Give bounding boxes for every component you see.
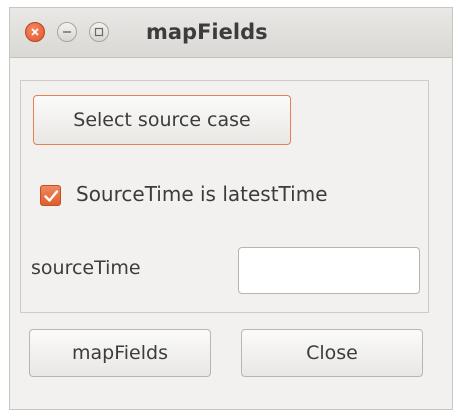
mapfields-button[interactable]: mapFields [29, 329, 211, 377]
source-time-latest-checkbox[interactable] [40, 185, 61, 206]
source-time-latest-label[interactable]: SourceTime is latestTime [76, 182, 328, 206]
close-button[interactable]: Close [241, 329, 423, 377]
titlebar[interactable]: mapFields [10, 8, 452, 58]
checkmark-icon [44, 190, 59, 202]
window-maximize-button[interactable] [89, 22, 109, 42]
window-minimize-button[interactable] [57, 22, 77, 42]
close-icon [31, 28, 39, 36]
select-source-case-button[interactable]: Select source case [33, 95, 291, 145]
source-time-label: sourceTime [31, 257, 141, 279]
window-title: mapFields [146, 20, 268, 44]
maximize-icon [94, 27, 104, 37]
minimize-icon [63, 31, 71, 33]
window-close-button[interactable] [25, 22, 45, 42]
source-time-input[interactable] [238, 247, 420, 294]
